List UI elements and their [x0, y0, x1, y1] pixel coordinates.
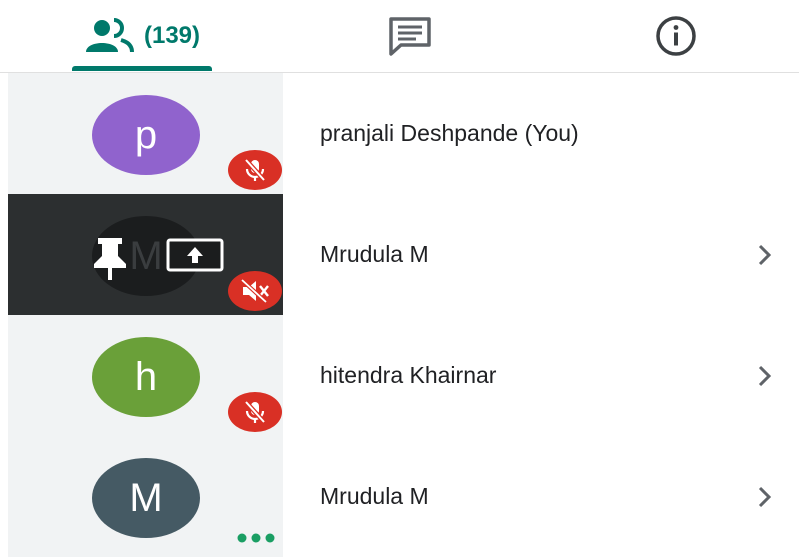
avatar: h	[92, 337, 200, 417]
mic-off-icon	[244, 400, 266, 424]
participant-row[interactable]: M Mrudula M	[0, 436, 799, 557]
tab-people[interactable]: (139)	[72, 0, 212, 72]
chevron-right-icon[interactable]	[752, 242, 778, 268]
participant-count: (139)	[143, 22, 201, 49]
pin-icon[interactable]	[88, 234, 132, 282]
tab-info[interactable]	[606, 0, 746, 72]
tab-chat[interactable]	[340, 0, 480, 72]
avatar-column: p	[8, 73, 283, 194]
chevron-right-icon[interactable]	[752, 484, 778, 510]
avatar: p	[92, 95, 200, 175]
participant-row[interactable]: M Mrudula M	[0, 194, 799, 315]
avatar-column: M	[8, 194, 283, 315]
participant-list: p pranjali Deshpande (You) M Mrudula M h…	[0, 73, 799, 557]
info-icon	[656, 16, 696, 56]
more-dots-icon	[237, 533, 275, 543]
active-tab-indicator	[72, 66, 212, 71]
side-panel-tabs: (139)	[0, 0, 799, 73]
mic-off-badge	[228, 392, 282, 432]
mic-off-badge	[228, 150, 282, 190]
people-icon	[85, 18, 134, 53]
avatar-column: h	[8, 315, 283, 436]
mic-off-badge	[228, 271, 282, 311]
participant-name: Mrudula M	[320, 483, 429, 509]
mic-off-icon	[240, 278, 269, 304]
avatar: M	[92, 458, 200, 538]
participant-name: hitendra Khairnar	[320, 362, 497, 388]
participant-row[interactable]: h hitendra Khairnar	[0, 315, 799, 436]
participant-name: Mrudula M	[320, 241, 429, 267]
participant-row[interactable]: p pranjali Deshpande (You)	[0, 73, 799, 194]
chevron-right-icon[interactable]	[752, 363, 778, 389]
mic-off-icon	[244, 158, 266, 182]
chat-icon	[389, 17, 431, 56]
avatar-column: M	[8, 436, 283, 557]
present-icon[interactable]	[166, 238, 224, 272]
participant-name: pranjali Deshpande (You)	[320, 120, 579, 146]
